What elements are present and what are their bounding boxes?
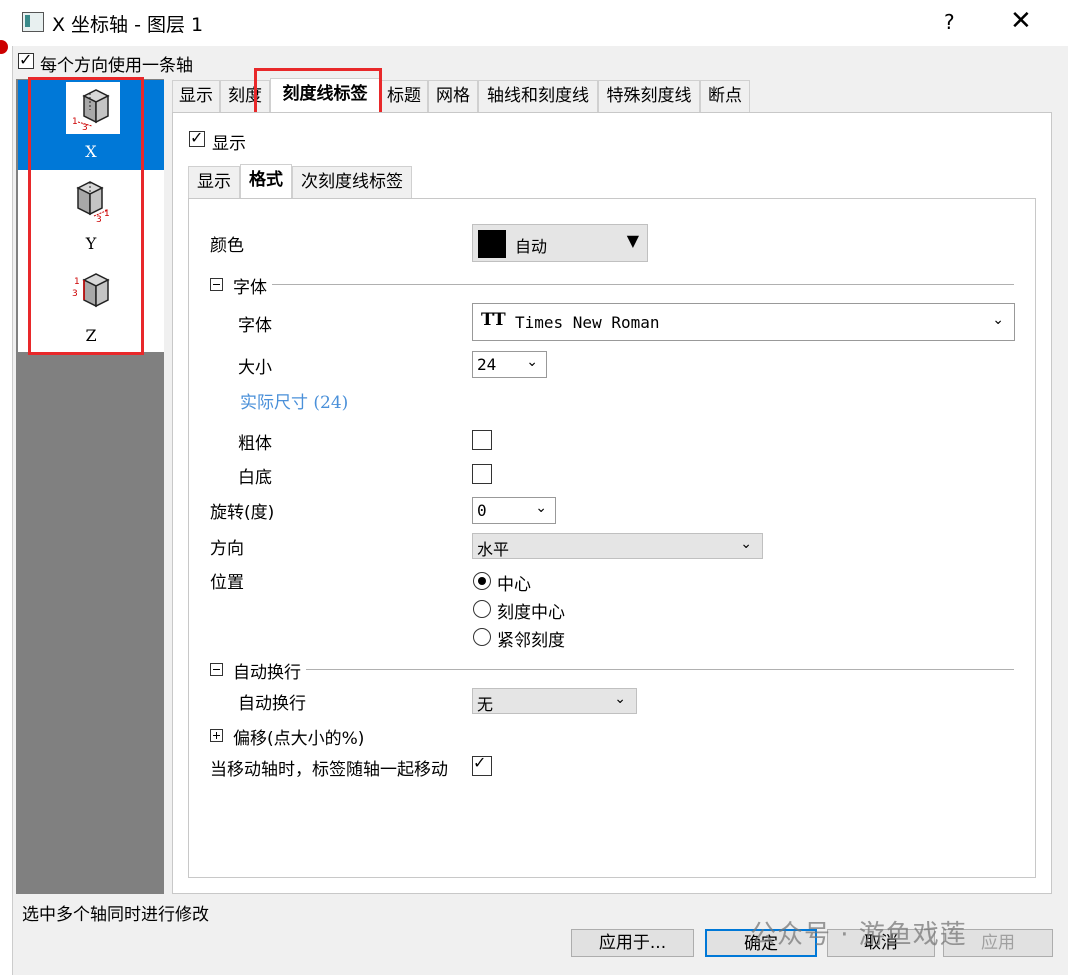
bold-checkbox[interactable] <box>472 430 492 450</box>
one-axis-checkbox[interactable] <box>18 50 34 69</box>
tab-axis-lines[interactable]: 轴线和刻度线 <box>478 80 598 112</box>
bold-label: 粗体 <box>238 434 272 454</box>
rotation-dropdown[interactable]: 0 ⌄ <box>472 497 556 524</box>
wrap-section-collapse-icon[interactable] <box>210 663 223 676</box>
font-label: 字体 <box>238 316 272 336</box>
position-tick-center-label: 刻度中心 <box>497 603 565 623</box>
size-label: 大小 <box>238 358 272 378</box>
chevron-down-icon: ⌄ <box>740 536 752 552</box>
subtab-format[interactable]: 格式 <box>240 164 292 198</box>
wrap-value: 无 <box>477 695 494 714</box>
status-text: 选中多个轴同时进行修改 <box>22 905 209 925</box>
color-swatch <box>478 230 506 258</box>
position-label: 位置 <box>210 573 244 593</box>
triangle-down-icon: ▼ <box>626 231 639 250</box>
position-tick-center-radio[interactable] <box>473 600 491 618</box>
tab-breaks[interactable]: 断点 <box>700 80 750 112</box>
font-section-title: 字体 <box>233 278 267 298</box>
graph-background <box>0 46 13 975</box>
subtab-minor-labels[interactable]: 次刻度线标签 <box>292 166 412 198</box>
tab-highlight-box <box>254 68 382 116</box>
close-button[interactable]: ✕ <box>1010 6 1032 36</box>
move-with-axis-label: 当移动轴时，标签随轴一起移动 <box>210 760 448 780</box>
font-value: Times New Roman <box>515 313 660 332</box>
window-title: X 坐标轴 - 图层 1 <box>52 14 204 36</box>
chevron-down-icon: ⌄ <box>526 354 538 370</box>
font-dropdown[interactable]: TT Times New Roman ⌄ <box>472 303 1015 341</box>
chevron-down-icon: ⌄ <box>535 500 547 516</box>
chevron-down-icon: ⌄ <box>992 312 1004 328</box>
actual-size-label: 实际尺寸 (24) <box>240 393 349 413</box>
help-button[interactable]: ? <box>944 10 955 34</box>
subtab-display[interactable]: 显示 <box>188 166 240 198</box>
direction-dropdown[interactable]: 水平 ⌄ <box>472 533 763 559</box>
truetype-font-icon: TT <box>481 310 506 330</box>
watermark: 公众号 · 游鱼戏莲 <box>750 920 967 950</box>
direction-label: 方向 <box>210 539 244 559</box>
axis-highlight-box <box>28 77 144 355</box>
font-section-divider <box>272 284 1014 285</box>
color-value: 自动 <box>515 237 548 256</box>
show-checkbox[interactable] <box>189 128 205 147</box>
show-label: 显示 <box>212 134 246 154</box>
offset-section-expand-icon[interactable] <box>210 729 223 742</box>
tab-title[interactable]: 标题 <box>380 80 428 112</box>
chevron-down-icon: ⌄ <box>614 691 626 707</box>
move-with-axis-checkbox[interactable] <box>472 753 492 776</box>
direction-value: 水平 <box>477 540 510 559</box>
one-axis-label: 每个方向使用一条轴 <box>40 56 193 76</box>
color-dropdown[interactable]: 自动 ▼ <box>472 224 648 262</box>
font-section-collapse-icon[interactable] <box>210 278 223 291</box>
wrap-section-title: 自动换行 <box>233 663 301 683</box>
rotation-label: 旋转(度) <box>210 503 275 523</box>
size-value: 24 <box>477 355 497 374</box>
wrap-label: 自动换行 <box>238 694 306 714</box>
tab-special-ticks[interactable]: 特殊刻度线 <box>598 80 700 112</box>
size-dropdown[interactable]: 24 ⌄ <box>472 351 547 378</box>
position-center-label: 中心 <box>497 575 531 595</box>
position-center-radio[interactable] <box>473 572 491 590</box>
apply-to-button[interactable]: 应用于... <box>571 929 694 957</box>
position-next-to-tick-label: 紧邻刻度 <box>497 631 565 651</box>
white-bg-label: 白底 <box>238 468 272 488</box>
wrap-section-divider <box>306 669 1014 670</box>
tab-display[interactable]: 显示 <box>172 80 220 112</box>
position-next-to-tick-radio[interactable] <box>473 628 491 646</box>
color-label: 颜色 <box>210 236 244 256</box>
offset-section-title: 偏移(点大小的%) <box>233 729 365 749</box>
app-icon <box>22 12 44 32</box>
wrap-dropdown[interactable]: 无 ⌄ <box>472 688 637 714</box>
white-bg-checkbox[interactable] <box>472 464 492 484</box>
tab-grid[interactable]: 网格 <box>428 80 478 112</box>
rotation-value: 0 <box>477 501 487 520</box>
